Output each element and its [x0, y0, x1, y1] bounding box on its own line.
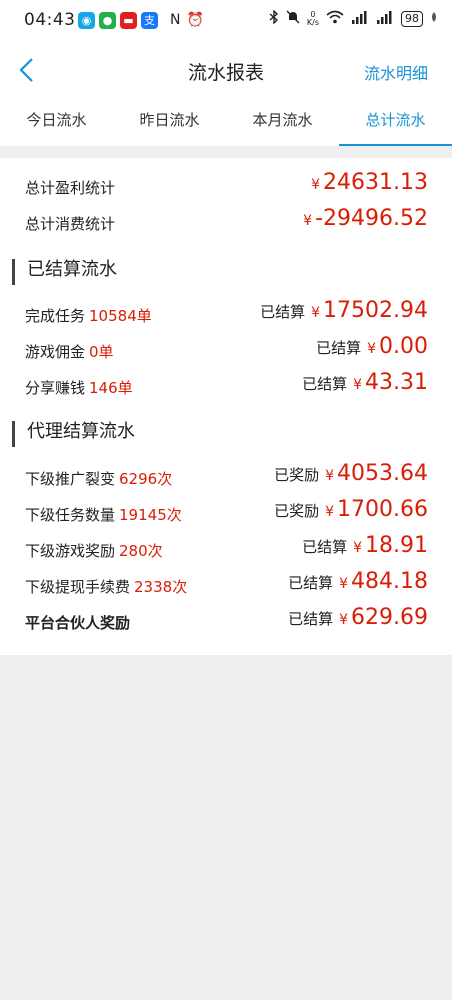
agent-row-game: 下级游戏奖励 280次 已结算 ¥ 18.91 [0, 533, 452, 567]
row-status: 已结算 [302, 375, 348, 393]
nfc-icon: N [170, 12, 181, 28]
agent-row-partner: 平台合伙人奖励 已结算 ¥ 629.69 [0, 605, 452, 639]
signal-icon-1 [351, 10, 369, 28]
agent-section-title: 代理结算流水 [12, 421, 135, 447]
chevron-left-icon [19, 58, 33, 82]
back-button[interactable] [14, 56, 42, 84]
currency-symbol: ¥ [325, 504, 335, 520]
profit-label: 总计盈利统计 [25, 179, 116, 197]
row-amount: 1700.66 [337, 497, 428, 522]
row-amount: 17502.94 [323, 298, 428, 323]
tab-yesterday[interactable]: 昨日流水 [113, 96, 226, 146]
leaf-icon [430, 11, 438, 27]
clock: 04:43 [24, 10, 76, 30]
system-icons-left: N ⏰ [170, 12, 204, 28]
settled-section-title: 已结算流水 [12, 259, 117, 285]
currency-symbol: ¥ [311, 177, 321, 193]
bluetooth-icon [269, 9, 279, 28]
currency-symbol: ¥ [367, 341, 377, 357]
currency-symbol: ¥ [311, 305, 321, 321]
row-label: 下级推广裂变 [25, 470, 116, 488]
row-status: 已奖励 [274, 466, 320, 484]
profit-row: 总计盈利统计 ¥ 24631.13 [0, 170, 452, 204]
row-label: 完成任务 [25, 307, 86, 325]
chat-bubble-icon: ◉ [78, 12, 95, 29]
row-count: 19145次 [119, 506, 182, 524]
report-card: 总计盈利统计 ¥ 24631.13 总计消费统计 ¥ -29496.52 已结算… [0, 158, 452, 655]
row-status: 已结算 [288, 574, 334, 592]
tab-bar: 今日流水 昨日流水 本月流水 总计流水 [0, 96, 452, 146]
row-count: 2338次 [134, 578, 188, 596]
currency-symbol: ¥ [303, 213, 313, 229]
agent-row-tasks: 下级任务数量 19145次 已奖励 ¥ 1700.66 [0, 497, 452, 531]
row-label: 下级游戏奖励 [25, 542, 116, 560]
row-status: 已结算 [260, 303, 306, 321]
row-label: 下级提现手续费 [25, 578, 131, 596]
row-label: 下级任务数量 [25, 506, 116, 524]
row-label: 分享赚钱 [25, 379, 86, 397]
profit-amount: 24631.13 [323, 170, 428, 195]
row-count: 280次 [119, 542, 163, 560]
mute-bell-icon [286, 10, 300, 28]
currency-symbol: ¥ [325, 468, 335, 484]
currency-symbol: ¥ [339, 612, 349, 628]
settled-row-game: 游戏佣金 0单 已结算 ¥ 0.00 [0, 334, 452, 368]
row-amount: 18.91 [365, 533, 428, 558]
notification-icons: ◉ ● ▬ 支 [78, 12, 158, 29]
battery-icon: 98 [401, 11, 423, 27]
system-icons-right: 0 K/s 98 [269, 9, 438, 28]
signal-icon-2 [376, 10, 394, 28]
row-count: 6296次 [119, 470, 173, 488]
row-amount: 43.31 [365, 370, 428, 395]
detail-link[interactable]: 流水明细 [364, 60, 428, 84]
row-count: 10584单 [89, 307, 152, 325]
row-amount: 0.00 [379, 334, 428, 359]
net-speed: 0 K/s [306, 10, 319, 27]
settled-row-task: 完成任务 10584单 已结算 ¥ 17502.94 [0, 298, 452, 332]
row-status: 已结算 [288, 610, 334, 628]
row-amount: 4053.64 [337, 461, 428, 486]
row-status: 已结算 [316, 339, 362, 357]
currency-symbol: ¥ [339, 576, 349, 592]
currency-symbol: ¥ [353, 540, 363, 556]
currency-symbol: ¥ [353, 377, 363, 393]
row-count: 146单 [89, 379, 133, 397]
row-count: 0单 [89, 343, 114, 361]
store-icon: ▬ [120, 12, 137, 29]
wechat-icon: ● [99, 12, 116, 29]
header: 流水报表 流水明细 [0, 44, 452, 96]
cost-amount: -29496.52 [315, 206, 428, 231]
wifi-icon [326, 10, 344, 28]
row-label: 平台合伙人奖励 [25, 614, 131, 632]
row-amount: 484.18 [351, 569, 428, 594]
status-bar: 04:43 ◉ ● ▬ 支 N ⏰ 0 K/s 98 [0, 0, 452, 44]
alarm-icon: ⏰ [186, 12, 204, 28]
alipay-icon: 支 [141, 12, 158, 29]
cost-label: 总计消费统计 [25, 215, 116, 233]
tab-today[interactable]: 今日流水 [0, 96, 113, 146]
row-status: 已奖励 [274, 502, 320, 520]
agent-row-promotion: 下级推广裂变 6296次 已奖励 ¥ 4053.64 [0, 461, 452, 495]
cost-row: 总计消费统计 ¥ -29496.52 [0, 206, 452, 240]
tab-total[interactable]: 总计流水 [339, 96, 452, 146]
row-status: 已结算 [302, 538, 348, 556]
agent-row-fee: 下级提现手续费 2338次 已结算 ¥ 484.18 [0, 569, 452, 603]
row-label: 游戏佣金 [25, 343, 86, 361]
tab-month[interactable]: 本月流水 [226, 96, 339, 146]
settled-row-share: 分享赚钱 146单 已结算 ¥ 43.31 [0, 370, 452, 404]
row-amount: 629.69 [351, 605, 428, 630]
